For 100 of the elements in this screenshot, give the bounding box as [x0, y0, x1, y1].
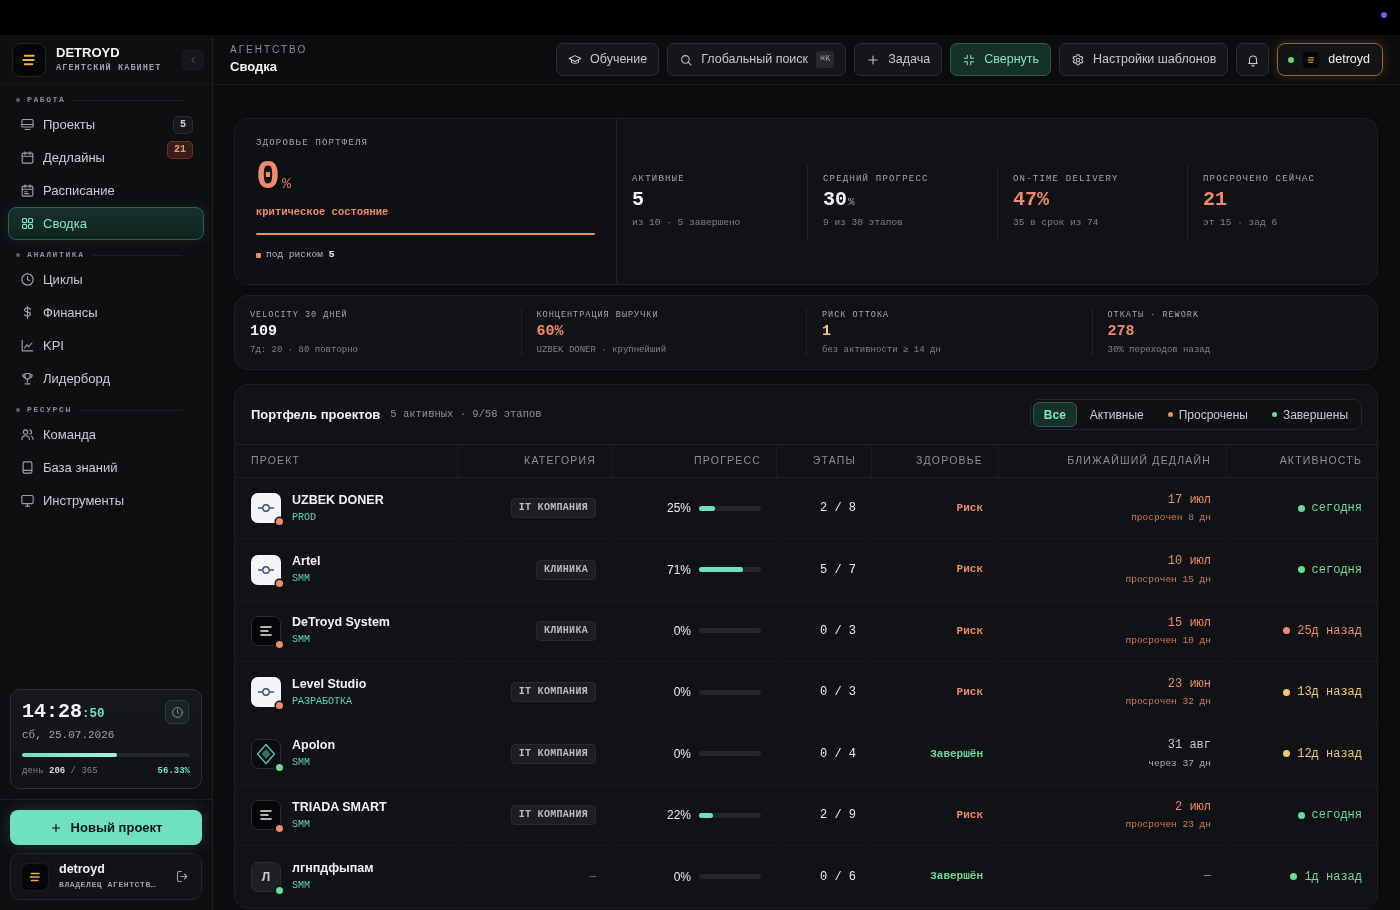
brand-subtitle: АГЕНТСКИЙ КАБИНЕТ: [56, 62, 163, 74]
project-logo: [251, 738, 281, 769]
filter-tab[interactable]: Все: [1032, 402, 1077, 427]
nav-item[interactable]: Финансы: [8, 296, 204, 329]
time-text: 14:28: [22, 700, 82, 724]
toolbar-button[interactable]: Задача: [854, 43, 943, 76]
column-header: ЭТАПЫ: [777, 445, 872, 477]
count-badge: 5: [173, 115, 193, 134]
project-logo: [251, 615, 281, 646]
nav-item[interactable]: Инструменты: [8, 484, 204, 517]
trophy-icon: [20, 371, 35, 386]
filter-tab[interactable]: Завершены: [1260, 402, 1359, 427]
clock-icon: [20, 272, 35, 287]
deadline-note: просрочен 23 дн: [1125, 819, 1211, 831]
progress-text: 22%: [666, 807, 691, 825]
users-icon: [20, 427, 35, 442]
deadline-date: 2 июл: [1175, 799, 1211, 815]
percent-text: 56.33%: [157, 766, 190, 777]
health-status: Завершён: [930, 746, 983, 762]
grid-icon: [20, 216, 35, 231]
nav-item[interactable]: Циклы: [8, 263, 204, 296]
logo-icon: [12, 42, 46, 77]
collapse-icon: [962, 52, 977, 67]
metric-value: 60%: [536, 322, 565, 341]
monitor-icon: [20, 493, 35, 508]
stages-text: 0 / 6: [820, 868, 856, 886]
stat-value: 30: [823, 189, 847, 212]
brand-name: DETROYD: [56, 45, 121, 61]
user-chip[interactable]: detroyd: [1277, 43, 1383, 76]
logo-icon: [21, 862, 49, 891]
metric-label: КОНЦЕНТРАЦИЯ ВЫРУЧКИ: [536, 309, 660, 320]
stat-subtext: эт 15 · зад 6: [1203, 217, 1279, 229]
dot-icon: [16, 408, 20, 412]
seconds-text: :50: [82, 706, 105, 723]
toolbar-button[interactable]: Глобальный поиск ⌘K: [667, 43, 847, 76]
column-header: АКТИВНОСТЬ: [1278, 453, 1363, 469]
progress-text: 0%: [673, 745, 691, 763]
nav-item[interactable]: KPI: [8, 329, 204, 362]
filter-tab[interactable]: Просрочены: [1156, 402, 1259, 427]
section-title: АНАЛИТИКА: [27, 249, 85, 261]
stages-text: 0 / 3: [820, 684, 856, 702]
activity-text: 12д назад: [1297, 745, 1362, 763]
health-status: Риск: [956, 500, 983, 516]
clock-button[interactable]: [165, 700, 189, 724]
nav-item[interactable]: База знаний: [8, 451, 204, 484]
line-chart-icon: [20, 338, 35, 353]
nav-item[interactable]: Лидерборд: [8, 362, 204, 395]
calendar-icon: [20, 183, 35, 198]
new-project-button[interactable]: Новый проект: [10, 810, 202, 845]
progress-text: 71%: [666, 561, 691, 579]
nav-item[interactable]: Расписание: [8, 174, 204, 207]
column-header: ПРОЕКТ: [235, 445, 458, 477]
metric-subtext: UZBEK DONER · крупнейший: [536, 344, 668, 356]
section-title: РЕСУРСЫ: [27, 404, 72, 416]
activity-text: 1д назад: [1304, 868, 1362, 886]
deadline-date: 31 авг: [1167, 738, 1211, 753]
stages-text: 2 / 8: [820, 500, 856, 518]
project-logo: [251, 554, 281, 585]
card-label: ЗДОРОВЬЕ ПОРТФЕЛЯ: [256, 138, 370, 149]
notifications-button[interactable]: [1236, 43, 1270, 76]
toolbar-button[interactable]: Настройки шаблонов: [1059, 43, 1229, 76]
bell-icon: [1245, 52, 1260, 67]
stat-label: СРЕДНИЙ ПРОГРЕСС: [823, 174, 930, 186]
nav-item[interactable]: Дедлайны 21: [8, 141, 204, 174]
project-name: лгнпдфыпам: [292, 861, 374, 877]
progress-text: 25%: [666, 500, 691, 518]
toolbar-button[interactable]: Свернуть: [950, 43, 1052, 76]
metric-subtext: без активности ≥ 14 дн: [822, 344, 942, 356]
health-status: Риск: [956, 623, 983, 639]
deadline-date: 17 июл: [1167, 492, 1211, 508]
dot-icon: [16, 98, 20, 102]
deadline-date: 10 июл: [1167, 554, 1211, 569]
monitor-icon: [20, 117, 35, 132]
project-name: Apolon: [292, 738, 336, 754]
activity-text: сегодня: [1311, 500, 1362, 518]
nav-item[interactable]: Сводка: [8, 207, 204, 240]
deadline-date: —: [1203, 869, 1211, 884]
deadline-note: просрочен 15 дн: [1125, 573, 1211, 585]
project-name: Artel: [292, 554, 321, 570]
metric-label: ОТКАТЫ · REWORK: [1107, 309, 1200, 320]
graduation-cap-icon: [568, 52, 583, 67]
deadline-note: просрочен 8 дн: [1131, 512, 1211, 524]
logout-button[interactable]: [175, 868, 191, 885]
calendar-icon: [20, 150, 35, 165]
toolbar-button[interactable]: Обучение: [556, 43, 660, 76]
progress-text: 0%: [673, 868, 691, 886]
deadline-note: через 37 дн: [1148, 757, 1211, 770]
metric-label: VELOCITY 30 ДНЕЙ: [250, 309, 349, 320]
filter-tab[interactable]: Активные: [1078, 402, 1155, 427]
stat-label: ПРОСРОЧЕНО СЕЙЧАС: [1203, 174, 1317, 186]
metric-subtext: 7д: 20 · 80 повторно: [250, 344, 360, 356]
category-text: —: [589, 869, 596, 885]
category-tag: КЛИНИКА: [535, 620, 596, 641]
project-name: DeTroyd System: [292, 615, 390, 631]
nav-item[interactable]: Команда: [8, 418, 204, 451]
page-title: Сводка: [230, 58, 278, 76]
activity-text: сегодня: [1311, 561, 1362, 579]
project-tag: SMM: [292, 634, 390, 647]
nav-item[interactable]: Проекты 5: [8, 108, 204, 141]
clock-icon: [170, 705, 184, 719]
